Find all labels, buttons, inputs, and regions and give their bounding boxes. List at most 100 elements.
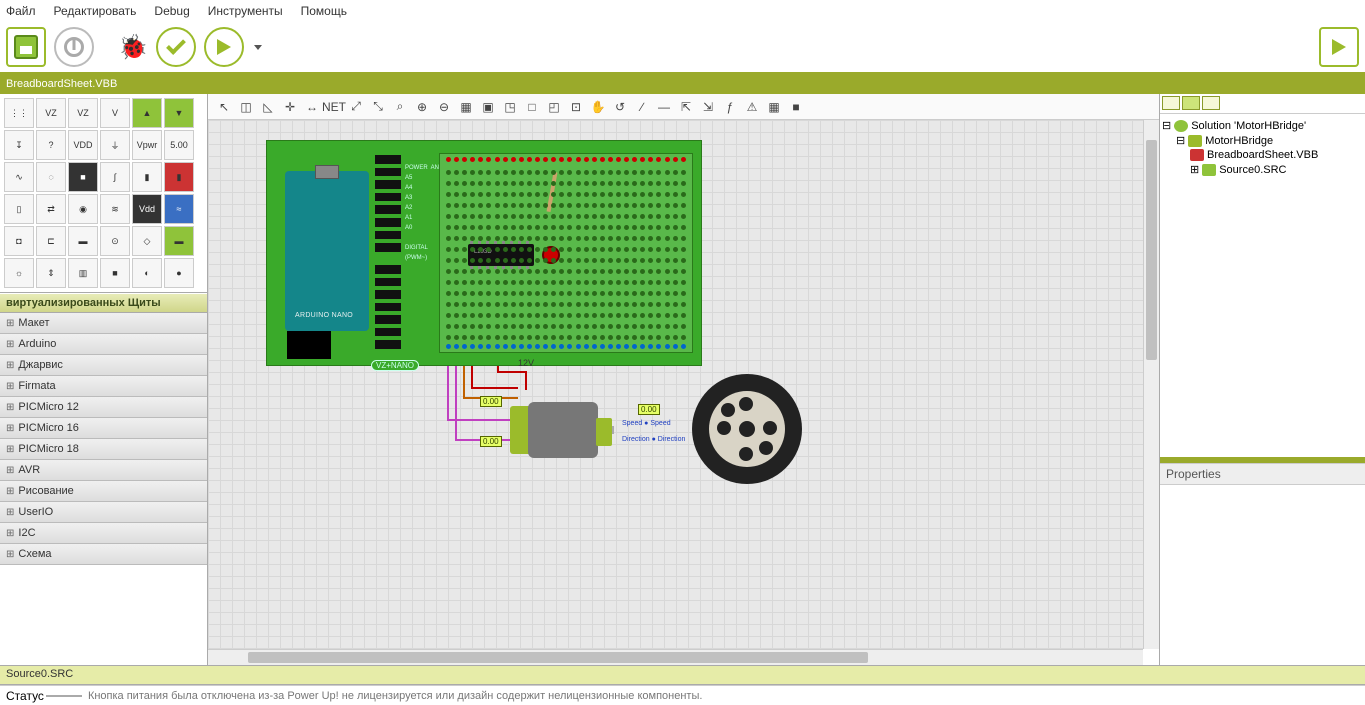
tool-button[interactable]: ƒ: [722, 99, 738, 115]
component-item[interactable]: ⊏: [36, 226, 66, 256]
save-button[interactable]: [6, 27, 46, 67]
component-item[interactable]: ⇄: [36, 194, 66, 224]
horizontal-scrollbar[interactable]: [208, 649, 1143, 665]
component-item[interactable]: ◉: [68, 194, 98, 224]
wheel[interactable]: [692, 374, 802, 484]
tool-button[interactable]: ✋: [590, 99, 606, 115]
check-button[interactable]: [156, 27, 196, 67]
tool-button[interactable]: ◫: [238, 99, 254, 115]
category-item[interactable]: Arduino: [0, 334, 207, 355]
power-button[interactable]: [54, 27, 94, 67]
category-item[interactable]: I2C: [0, 523, 207, 544]
power-jack[interactable]: [287, 331, 331, 359]
component-item[interactable]: ≋: [100, 194, 130, 224]
component-item[interactable]: ▮: [132, 162, 162, 192]
component-item[interactable]: ■: [100, 258, 130, 288]
tool-button[interactable]: ⤡: [370, 99, 386, 115]
category-item[interactable]: UserIO: [0, 502, 207, 523]
menu-edit[interactable]: Редактировать: [54, 4, 137, 18]
menu-file[interactable]: Файл: [6, 4, 36, 18]
component-item[interactable]: ▬: [68, 226, 98, 256]
tool-button[interactable]: ▦: [766, 99, 782, 115]
component-item[interactable]: Vpwr: [132, 130, 162, 160]
menu-debug[interactable]: Debug: [154, 4, 189, 18]
component-item[interactable]: ⋮⋮: [4, 98, 34, 128]
tool-button[interactable]: ⊖: [436, 99, 452, 115]
view-tab-1[interactable]: [1162, 96, 1180, 110]
component-item[interactable]: ⊙: [100, 226, 130, 256]
component-item[interactable]: ☼: [4, 258, 34, 288]
vertical-scrollbar[interactable]: [1143, 120, 1159, 649]
component-item[interactable]: VZ: [68, 98, 98, 128]
dc-motor[interactable]: [528, 402, 598, 458]
tool-button[interactable]: ↔: [304, 99, 320, 115]
tool-button[interactable]: ◰: [546, 99, 562, 115]
tool-button[interactable]: NET: [326, 99, 342, 115]
tool-button[interactable]: —: [656, 99, 672, 115]
view-tab-2[interactable]: [1182, 96, 1200, 110]
category-item[interactable]: PICMicro 12: [0, 397, 207, 418]
component-item[interactable]: ⏚: [100, 130, 130, 160]
component-item[interactable]: ▥: [68, 258, 98, 288]
next-button[interactable]: [1319, 27, 1359, 67]
component-item[interactable]: ≈: [164, 194, 194, 224]
component-item[interactable]: ◇: [132, 226, 162, 256]
tree-project[interactable]: ⊟MotorHBridge: [1162, 133, 1363, 148]
tool-button[interactable]: ⇲: [700, 99, 716, 115]
category-item[interactable]: Джарвис: [0, 355, 207, 376]
tool-button[interactable]: ⚠: [744, 99, 760, 115]
tool-button[interactable]: ▦: [458, 99, 474, 115]
component-item[interactable]: ∫: [100, 162, 130, 192]
tool-button[interactable]: □: [524, 99, 540, 115]
category-item[interactable]: Firmata: [0, 376, 207, 397]
document-tab[interactable]: BreadboardSheet.VBB: [0, 74, 1365, 94]
tree-item-vbb[interactable]: BreadboardSheet.VBB: [1162, 148, 1363, 162]
tool-button[interactable]: ↺: [612, 99, 628, 115]
run-button[interactable]: [204, 27, 244, 67]
component-item[interactable]: ?: [36, 130, 66, 160]
component-item[interactable]: ↧: [4, 130, 34, 160]
tool-button[interactable]: ∕: [634, 99, 650, 115]
component-item[interactable]: ▼: [164, 98, 194, 128]
component-item[interactable]: ■: [68, 162, 98, 192]
tool-button[interactable]: ⤢: [348, 99, 364, 115]
category-item[interactable]: PICMicro 16: [0, 418, 207, 439]
bug-icon[interactable]: 🐞: [118, 33, 148, 62]
run-dropdown[interactable]: [254, 45, 262, 50]
component-item[interactable]: ◐: [132, 258, 162, 288]
view-tab-3[interactable]: [1202, 96, 1220, 110]
component-item[interactable]: ▬: [164, 226, 194, 256]
category-item[interactable]: Схема: [0, 544, 207, 565]
tool-button[interactable]: ◳: [502, 99, 518, 115]
menu-help[interactable]: Помощь: [301, 4, 347, 18]
arduino-nano[interactable]: ARDUINO NANO: [285, 171, 369, 331]
component-item[interactable]: ▲: [132, 98, 162, 128]
pcb-board[interactable]: ARDUINO NANO POWER ANALOG A5 A4 A3 A2 A1…: [266, 140, 702, 366]
component-item[interactable]: ∿: [4, 162, 34, 192]
source-bar[interactable]: Source0.SRC: [0, 665, 1365, 685]
component-item[interactable]: VZ: [36, 98, 66, 128]
tool-button[interactable]: ⇱: [678, 99, 694, 115]
component-item[interactable]: VDD: [68, 130, 98, 160]
category-item[interactable]: Рисование: [0, 481, 207, 502]
component-item[interactable]: ◌: [36, 162, 66, 192]
tool-button[interactable]: ✛: [282, 99, 298, 115]
tool-button[interactable]: ▣: [480, 99, 496, 115]
tool-button[interactable]: ■: [788, 99, 804, 115]
menu-tools[interactable]: Инструменты: [208, 4, 283, 18]
breadboard[interactable]: L293D: [439, 153, 693, 353]
component-item[interactable]: ◘: [4, 226, 34, 256]
component-item[interactable]: ▮: [164, 162, 194, 192]
component-item[interactable]: ▯: [4, 194, 34, 224]
component-item[interactable]: Vdd: [132, 194, 162, 224]
component-item[interactable]: 5.00: [164, 130, 194, 160]
tool-button[interactable]: ⊡: [568, 99, 584, 115]
category-item[interactable]: Макет: [0, 313, 207, 334]
design-canvas[interactable]: ARDUINO NANO POWER ANALOG A5 A4 A3 A2 A1…: [208, 120, 1143, 649]
component-item[interactable]: ⇕: [36, 258, 66, 288]
tool-button[interactable]: ⊕: [414, 99, 430, 115]
tool-button[interactable]: ↖: [216, 99, 232, 115]
component-item[interactable]: V: [100, 98, 130, 128]
component-item[interactable]: ●: [164, 258, 194, 288]
tree-item-src[interactable]: ⊞Source0.SRC: [1162, 162, 1363, 177]
